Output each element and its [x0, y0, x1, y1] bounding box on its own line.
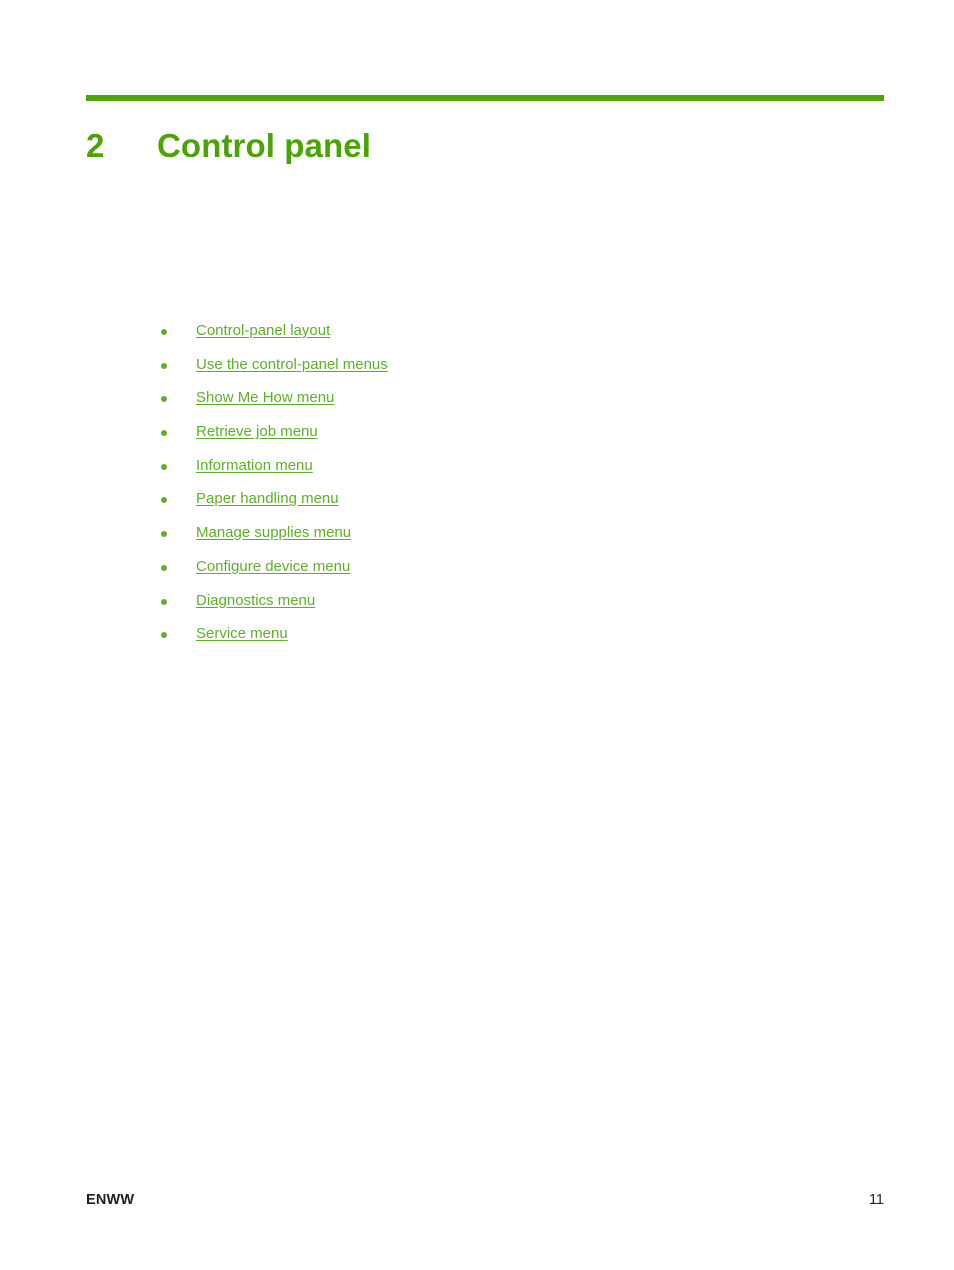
toc-link-paper-handling-menu[interactable]: Paper handling menu — [196, 489, 339, 508]
bullet-icon — [161, 362, 167, 369]
list-item: Manage supplies menu — [160, 523, 860, 557]
toc-link-show-me-how-menu[interactable]: Show Me How menu — [196, 388, 334, 407]
bullet-icon — [161, 396, 167, 403]
chapter-number: 2 — [86, 127, 105, 165]
toc-link-manage-supplies-menu[interactable]: Manage supplies menu — [196, 523, 351, 542]
bullet-icon — [161, 497, 167, 504]
toc-link-control-panel-layout[interactable]: Control-panel layout — [196, 321, 330, 340]
toc-link-use-the-control-panel-menus[interactable]: Use the control-panel menus — [196, 355, 388, 374]
list-item: Retrieve job menu — [160, 422, 860, 456]
chapter-contents-list: Control-panel layout Use the control-pan… — [160, 321, 860, 658]
list-item: Service menu — [160, 624, 860, 658]
bullet-icon — [161, 430, 167, 437]
list-item: Control-panel layout — [160, 321, 860, 355]
footer-locale-code: ENWW — [86, 1192, 135, 1208]
toc-link-service-menu[interactable]: Service menu — [196, 624, 288, 643]
document-page: 2 Control panel Control-panel layout Use… — [0, 0, 954, 1270]
bullet-icon — [161, 598, 167, 605]
list-item: Paper handling menu — [160, 489, 860, 523]
chapter-title: Control panel — [157, 127, 371, 165]
page-title: 2 Control panel — [86, 126, 884, 166]
toc-link-retrieve-job-menu[interactable]: Retrieve job menu — [196, 422, 318, 441]
list-item: Show Me How menu — [160, 388, 860, 422]
toc-link-diagnostics-menu[interactable]: Diagnostics menu — [196, 591, 315, 610]
bullet-icon — [161, 632, 167, 639]
page-footer: ENWW 11 — [86, 1191, 884, 1209]
toc-link-configure-device-menu[interactable]: Configure device menu — [196, 557, 350, 576]
bullet-icon — [161, 463, 167, 470]
list-item: Use the control-panel menus — [160, 355, 860, 389]
bullet-icon — [161, 329, 167, 335]
footer-page-number: 11 — [868, 1192, 884, 1208]
toc-link-information-menu[interactable]: Information menu — [196, 456, 313, 475]
bullet-icon — [161, 531, 167, 538]
list-item: Configure device menu — [160, 557, 860, 591]
bullet-icon — [161, 564, 167, 571]
list-item: Information menu — [160, 456, 860, 490]
chapter-header-rule — [86, 95, 884, 101]
list-item: Diagnostics menu — [160, 591, 860, 625]
